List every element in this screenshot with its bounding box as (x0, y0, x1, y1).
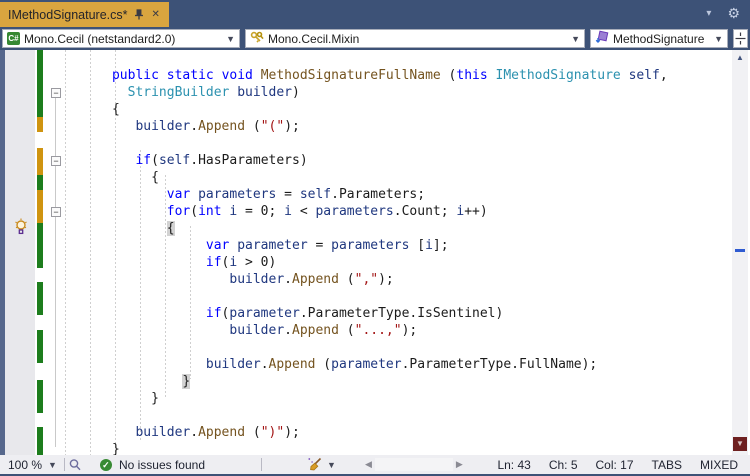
fold-collapse-box[interactable]: − (51, 88, 61, 98)
status-eol: MIXED (699, 457, 738, 472)
code-line: { (65, 170, 159, 185)
code-line: builder.Append ("...,"); (229, 323, 418, 338)
pin-icon[interactable] (134, 9, 144, 20)
code-line: if(parameter.ParameterType.IsSentinel) (205, 306, 504, 321)
glyph-margin[interactable] (5, 50, 35, 455)
caret-status-group: Ln: 43 Ch: 5 Col: 17 TABS MIXED (497, 458, 750, 472)
code-line: { (166, 221, 175, 236)
status-ch: Ch: 5 (548, 457, 578, 472)
scroll-up-icon[interactable]: ▲ (732, 53, 748, 62)
code-line: builder.Append (")"); (135, 425, 300, 440)
code-editor-surface[interactable]: − − − public static void MethodSignatureFu… (35, 50, 732, 455)
status-tabs: TABS (651, 457, 682, 472)
change-bar-saved (37, 50, 43, 117)
code-line: } (182, 374, 191, 389)
code-line: for(int i = 0; i < parameters.Count; i++… (166, 204, 488, 219)
zoom-level: 100 % (8, 457, 43, 472)
change-bar-unsaved (37, 190, 43, 223)
member-dropdown-label: MethodSignature (613, 31, 705, 46)
broom-icon (307, 457, 323, 472)
zoom-combo[interactable]: 100 % ▼ (4, 458, 61, 472)
editor-status-bar: 100 % ▼ ✓ No issues found ▼ ◀ ▶ Ln: 43 C… (0, 455, 750, 474)
magnifier-icon[interactable] (68, 458, 82, 472)
code-line: StringBuilder builder) (127, 85, 300, 100)
chevron-down-icon: ▼ (48, 459, 57, 470)
tab-bar: IMethodSignature.cs* ✕ ▾ ⚙ (0, 0, 750, 27)
status-col: Col: 17 (595, 457, 634, 472)
change-bar-saved (37, 282, 43, 315)
chevron-down-icon: ▼ (327, 459, 336, 470)
change-bar-saved (37, 223, 43, 268)
code-cleanup-button[interactable]: ▼ (307, 457, 336, 472)
code-lines: public static void MethodSignatureFullNa… (65, 67, 668, 455)
chevron-down-icon: ▼ (226, 33, 235, 44)
code-line: builder.Append (","); (229, 272, 394, 287)
tab-bar-actions: ▾ ⚙ (706, 6, 740, 20)
gear-icon[interactable]: ⚙ (727, 6, 740, 20)
type-dropdown-label: Mono.Cecil.Mixin (268, 31, 360, 46)
chevron-down-icon: ▼ (714, 33, 723, 44)
change-bar-saved (37, 427, 43, 455)
code-line: builder.Append ("("); (135, 119, 300, 134)
hscroll-track[interactable] (374, 458, 453, 471)
code-line: } (65, 442, 120, 455)
type-dropdown[interactable]: Mono.Cecil.Mixin ▼ (245, 29, 585, 48)
extension-method-icon (595, 30, 609, 47)
status-line: Ln: 43 (497, 457, 531, 472)
code-line: var parameter = parameters [i]; (205, 238, 449, 253)
caret-position-marker (735, 249, 745, 252)
separator (63, 458, 65, 471)
close-icon[interactable]: ✕ (150, 9, 162, 21)
change-bar-unsaved (37, 148, 43, 175)
hscroll-right-icon[interactable]: ▶ (453, 459, 466, 470)
code-line: if(i > 0) (205, 255, 277, 270)
tab-title: IMethodSignature.cs* (8, 7, 128, 22)
code-line: { (65, 102, 120, 117)
change-bar-unsaved (37, 117, 43, 132)
project-dropdown-label: Mono.Cecil (netstandard2.0) (24, 31, 176, 46)
change-bar-saved (37, 380, 43, 413)
chevron-down-icon: ▼ (571, 33, 580, 44)
fold-collapse-box[interactable]: − (51, 156, 61, 166)
tab-list-chevron-icon[interactable]: ▾ (706, 8, 711, 19)
health-text: No issues found (118, 457, 206, 472)
change-bar-saved (37, 330, 43, 363)
fold-collapse-box[interactable]: − (51, 207, 61, 217)
ide-window: IMethodSignature.cs* ✕ ▾ ⚙ C# Mono.Cecil… (0, 0, 750, 476)
class-icon (250, 31, 264, 47)
fold-region-line (55, 96, 56, 447)
separator (261, 458, 263, 471)
member-dropdown[interactable]: MethodSignature ▼ (590, 29, 728, 48)
code-line: if(self.HasParameters) (135, 153, 308, 168)
lightbulb-icon[interactable] (13, 218, 29, 240)
split-editor-button[interactable] (733, 29, 748, 48)
health-check-icon: ✓ (99, 458, 112, 471)
navigation-bar: C# Mono.Cecil (netstandard2.0) ▼ Mono.Ce… (0, 27, 750, 50)
hscroll-left-icon[interactable]: ◀ (362, 459, 375, 470)
code-line: public static void MethodSignatureFullNa… (111, 68, 668, 83)
change-bar-saved (37, 175, 43, 190)
csharp-project-icon: C# (7, 32, 20, 45)
code-line: builder.Append (parameter.ParameterType.… (205, 357, 598, 372)
horizontal-scrollbar: ◀ ▶ (362, 458, 466, 471)
document-health-indicator[interactable]: ✓ No issues found (99, 457, 206, 472)
vertical-scrollbar[interactable]: ▲ ▼ (732, 50, 748, 455)
code-line: var parameters = self.Parameters; (166, 187, 426, 202)
code-line: } (65, 391, 159, 406)
project-dropdown[interactable]: C# Mono.Cecil (netstandard2.0) ▼ (2, 29, 240, 48)
scroll-down-icon[interactable]: ▼ (733, 437, 747, 451)
tab-imethodsignature[interactable]: IMethodSignature.cs* ✕ (0, 2, 169, 27)
editor-pane: − − − public static void MethodSignatureFu… (0, 50, 750, 455)
